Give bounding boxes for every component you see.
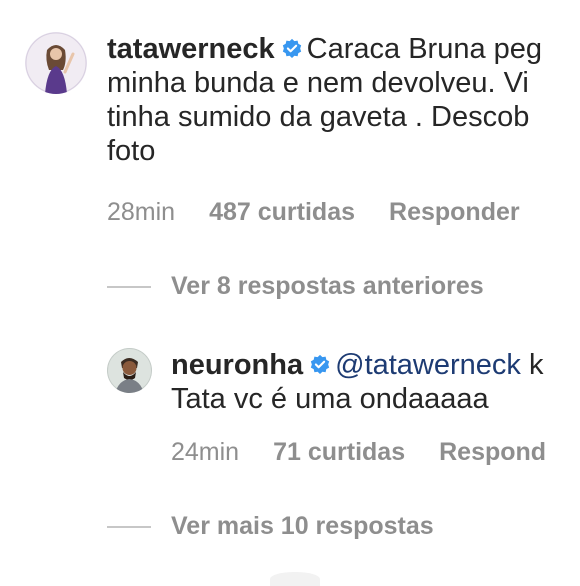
comment-body: tatawerneck Caraca Bruna peg minha bunda …: [107, 32, 542, 168]
avatar[interactable]: [25, 32, 87, 94]
view-more-replies-button[interactable]: Ver mais 10 respostas: [107, 512, 434, 541]
comment-reply-button[interactable]: Responder: [389, 198, 520, 226]
reply-mention-link[interactable]: @tatawerneck: [335, 349, 521, 381]
comment-timestamp: 28min: [107, 198, 176, 226]
reply-timestamp: 24min: [171, 438, 240, 466]
view-previous-replies-button[interactable]: Ver 8 respostas anteriores: [107, 272, 484, 301]
comment-likes-count[interactable]: 487 curtidas: [209, 198, 355, 226]
divider-line: [107, 285, 151, 288]
comment-text-line-2: minha bunda e nem devolveu. Vi: [107, 67, 529, 99]
loading-indicator: [270, 572, 320, 586]
reply-username[interactable]: neuronha: [171, 349, 303, 381]
view-more-replies-label: Ver mais 10 respostas: [171, 512, 434, 540]
verified-badge-icon: [310, 354, 330, 374]
reply-text-line-1-tail: k: [528, 349, 544, 381]
reply-likes-count[interactable]: 71 curtidas: [273, 438, 405, 466]
comment-text-line-4: foto: [107, 135, 156, 167]
comment-username[interactable]: tatawerneck: [107, 33, 275, 65]
view-previous-replies-label: Ver 8 respostas anteriores: [171, 272, 484, 300]
reply-text-line-2: Tata vc é uma ondaaaaa: [171, 383, 489, 415]
comment-text-line-3: tinha sumido da gaveta . Descob: [107, 101, 530, 133]
reply-meta: 24min 71 curtidas Respond: [171, 438, 580, 467]
verified-badge-icon: [282, 38, 301, 58]
comment-meta: 28min 487 curtidas Responder: [107, 198, 554, 227]
comment-text-line-1: Caraca Bruna peg: [306, 33, 543, 65]
reply-body: neuronha @tatawerneck k Tata vc é uma ond…: [171, 348, 543, 416]
divider-line: [107, 525, 151, 528]
reply-avatar[interactable]: [107, 348, 152, 393]
reply-reply-button[interactable]: Respond: [439, 438, 546, 466]
